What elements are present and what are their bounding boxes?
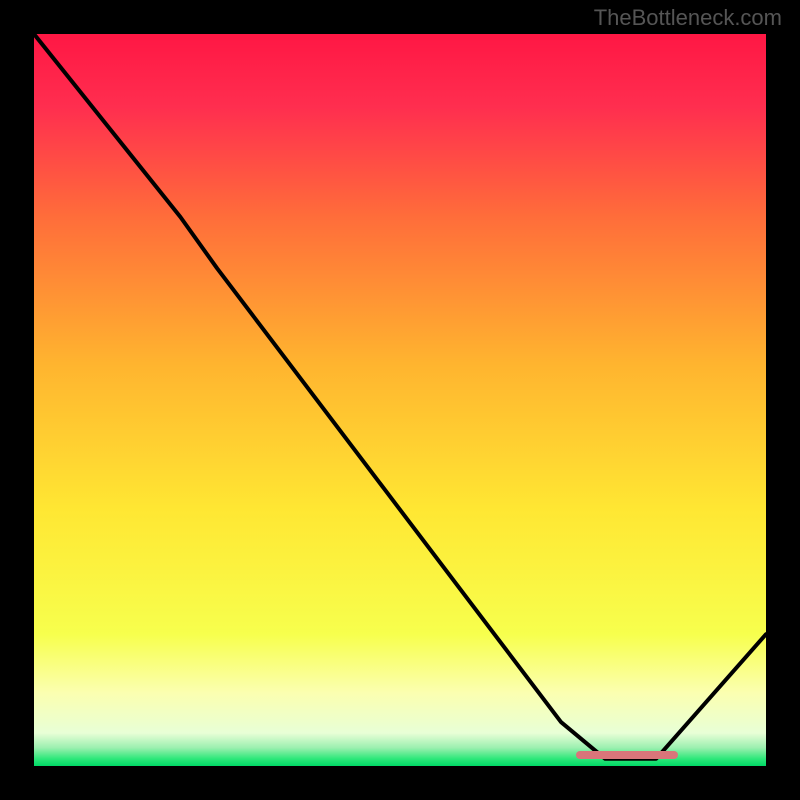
plot-area xyxy=(34,34,766,766)
chart-container: TheBottleneck.com xyxy=(0,0,800,800)
optimal-range-marker xyxy=(576,751,678,759)
watermark-text: TheBottleneck.com xyxy=(594,5,782,31)
bottleneck-curve xyxy=(34,34,766,766)
